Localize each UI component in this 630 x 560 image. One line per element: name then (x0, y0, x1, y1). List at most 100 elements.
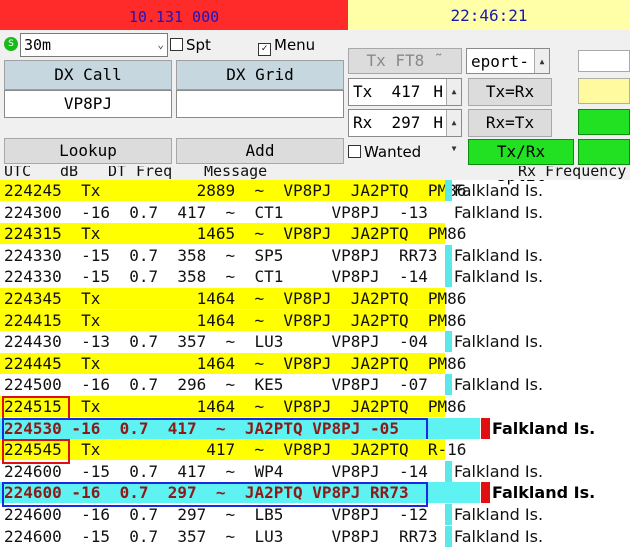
dx-call-header: DX Call (4, 60, 172, 90)
decode-row[interactable]: 224515 Tx 1464 ~ VP8PJ JA2PTQ PM86 (0, 396, 630, 421)
decode-row[interactable]: 224545 Tx 417 ~ VP8PJ JA2PTQ R-16 (0, 439, 630, 465)
tx-frequency-value: 417 (391, 82, 421, 101)
right-blank-button[interactable] (578, 50, 630, 72)
utc-clock-display: 22:46:21 (348, 0, 630, 30)
decode-row[interactable]: 224300 -16 0.7 417 ~ CT1 VP8PJ -13 Falkla… (0, 202, 630, 223)
country-label: Falkland Is. (492, 418, 596, 438)
checkbox-box-icon (170, 38, 183, 51)
band-select[interactable]: 30m ⌄ (20, 33, 168, 57)
tx-unit-label: H (433, 82, 443, 101)
spin-arrows-icon[interactable]: ▲▼ (446, 79, 461, 122)
decode-row[interactable]: 224600 -16 0.7 297 ~ LB5 VP8PJ -12 Falkla… (0, 504, 630, 525)
decode-message-text: 224500 -16 0.7 296 ~ KE5 VP8PJ -07 (4, 375, 428, 395)
decode-row[interactable]: 224330 -15 0.7 358 ~ CT1 VP8PJ -14 Falkla… (0, 266, 630, 288)
decode-message-text: 224600 -16 0.7 297 ~ LB5 VP8PJ -12 (4, 505, 428, 524)
checkbox-checked-icon: ✓ (258, 43, 271, 56)
decode-message-text: 224300 -16 0.7 417 ~ CT1 VP8PJ -13 (4, 202, 428, 222)
rx-frequency-marker (445, 331, 452, 353)
decode-row[interactable]: 224445 Tx 1464 ~ VP8PJ JA2PTQ PM86 (0, 352, 630, 374)
message-column-label: Message (204, 166, 268, 180)
decode-message-text: 224330 -15 0.7 358 ~ CT1 VP8PJ -14 (4, 267, 428, 287)
menu-label: Menu (274, 36, 316, 54)
report-value: - (519, 52, 529, 71)
decode-column-header: UTC dB DT Freq Message Rx Frequency (0, 166, 630, 180)
decode-message-text: 224330 -15 0.7 358 ~ SP5 VP8PJ RR73 (4, 245, 438, 265)
right-yellow-button[interactable] (578, 78, 630, 104)
add-button[interactable]: Add (176, 138, 344, 164)
decode-row[interactable]: 224245 Tx 2889 ~ VP8PJ JA2PTQ PM86 Falkla… (0, 180, 630, 201)
right-green-button-2[interactable] (578, 139, 630, 165)
decode-row[interactable]: 224600 -16 0.7 297 ~ JA2PTQ VP8PJ RR73 Fa… (0, 482, 630, 508)
marker-icon (481, 482, 490, 504)
decode-row[interactable]: 224415 Tx 1464 ~ VP8PJ JA2PTQ PM86 (0, 309, 630, 331)
country-label: Falkland Is. (454, 375, 544, 395)
decode-message-text: 224315 Tx 1465 ~ VP8PJ JA2PTQ PM86 (4, 224, 467, 244)
country-label: Falkland Is. (454, 461, 544, 481)
spt-label: Spt (186, 36, 211, 54)
tx-label: Tx (353, 82, 373, 101)
decode-message-text: 224430 -13 0.7 357 ~ LU3 VP8PJ -04 (4, 332, 428, 352)
decode-message-text: 224600 -16 0.7 297 ~ JA2PTQ VP8PJ RR73 (4, 483, 409, 503)
marker-icon (481, 417, 490, 439)
rx-frequency-marker (445, 244, 452, 266)
spin-arrows-icon[interactable]: ▲▼ (446, 110, 461, 153)
tx-mode-label: Tx FT8 (366, 51, 425, 70)
right-green-button-1[interactable] (578, 109, 630, 135)
decode-row[interactable]: 224430 -13 0.7 357 ~ LU3 VP8PJ -04 Falkla… (0, 331, 630, 353)
rx-equals-tx-button[interactable]: Rx=Tx (468, 109, 552, 137)
country-label: Falkland Is. (454, 245, 544, 265)
dt-column-label: DT (108, 166, 127, 180)
tx-rx-split-button[interactable]: Tx/Rx Split (468, 139, 574, 185)
status-indicator-icon: S (4, 37, 18, 51)
spin-arrows-icon[interactable]: ▲▼ (534, 49, 549, 92)
country-label: Falkland Is. (454, 267, 544, 287)
decode-row[interactable]: 224600 -15 0.7 417 ~ WP4 VP8PJ -14 Falkla… (0, 460, 630, 482)
rx-frequency-marker (445, 180, 452, 201)
rx-label: Rx (353, 113, 373, 132)
freq-column-label: Freq (136, 166, 173, 180)
tx-mode-button[interactable]: Tx FT8 ˜ (348, 48, 462, 74)
decode-message-text: 224545 Tx 417 ~ VP8PJ JA2PTQ R-16 (4, 440, 467, 460)
decode-row[interactable]: 224500 -16 0.7 296 ~ KE5 VP8PJ -07 Falkla… (0, 374, 630, 396)
tx-frequency-spinbox[interactable]: Tx 417 H ▲▼ (348, 78, 462, 122)
rx-frequency-marker (445, 266, 452, 288)
country-label: Falkland Is. (454, 526, 544, 546)
chevron-down-icon: ⌄ (157, 38, 164, 51)
decode-message-text: 224530 -16 0.7 417 ~ JA2PTQ VP8PJ -05 (4, 418, 399, 438)
decode-message-text: 224515 Tx 1464 ~ VP8PJ JA2PTQ PM86 (4, 397, 467, 416)
rx-frequency-marker (445, 525, 452, 547)
tx-mode-marker: ˜ (433, 51, 444, 70)
decode-message-text: 224600 -15 0.7 357 ~ LU3 VP8PJ RR73 (4, 526, 438, 546)
decode-row[interactable]: 224315 Tx 1465 ~ VP8PJ JA2PTQ PM86 (0, 223, 630, 245)
decode-message-text: 224445 Tx 1464 ~ VP8PJ JA2PTQ PM86 (4, 353, 467, 373)
rx-frequency-marker (445, 374, 452, 396)
dial-frequency-display: 10.131 000 (0, 0, 348, 30)
rx-frequency-value: 297 (391, 113, 421, 132)
dx-call-input[interactable]: VP8PJ (4, 90, 172, 118)
rx-frequency-spinbox[interactable]: Rx 297 H ▲ ▼ (348, 109, 462, 153)
country-label: Falkland Is. (454, 505, 544, 524)
rx-frequency-marker (445, 504, 452, 525)
tx-equals-rx-button[interactable]: Tx=Rx (468, 78, 552, 106)
country-label: Falkland Is. (454, 181, 544, 200)
menu-checkbox[interactable]: ✓ Menu (258, 34, 315, 56)
decode-message-text: 224415 Tx 1464 ~ VP8PJ JA2PTQ PM86 (4, 310, 467, 330)
utc-column-label: UTC (4, 166, 32, 180)
dx-grid-header: DX Grid (176, 60, 344, 90)
country-label: Falkland Is. (454, 332, 544, 352)
spt-checkbox[interactable]: Spt (170, 34, 211, 56)
decode-list[interactable]: 224245 Tx 2889 ~ VP8PJ JA2PTQ PM86 Falkla… (0, 180, 630, 560)
report-spinbox[interactable]: eport - ▲▼ (466, 48, 550, 92)
decode-row[interactable]: 224600 -15 0.7 357 ~ LU3 VP8PJ RR73 Falkl… (0, 525, 630, 547)
decode-row[interactable]: 224330 -15 0.7 358 ~ SP5 VP8PJ RR73 Falkl… (0, 244, 630, 266)
decode-row[interactable]: 224345 Tx 1464 ~ VP8PJ JA2PTQ PM86 (0, 288, 630, 309)
rx-unit-label: H (433, 113, 443, 132)
decode-message-text: 224600 -15 0.7 417 ~ WP4 VP8PJ -14 (4, 461, 428, 481)
db-column-label: dB (60, 166, 79, 180)
dx-grid-input[interactable] (176, 90, 344, 118)
decode-row[interactable]: 224530 -16 0.7 417 ~ JA2PTQ VP8PJ -05 Fal… (0, 417, 630, 443)
wanted-checkbox[interactable]: Wanted (348, 141, 421, 163)
lookup-button[interactable]: Lookup (4, 138, 172, 164)
rx-frequency-column-label: Rx Frequency (518, 166, 627, 180)
rx-frequency-marker (445, 460, 452, 482)
